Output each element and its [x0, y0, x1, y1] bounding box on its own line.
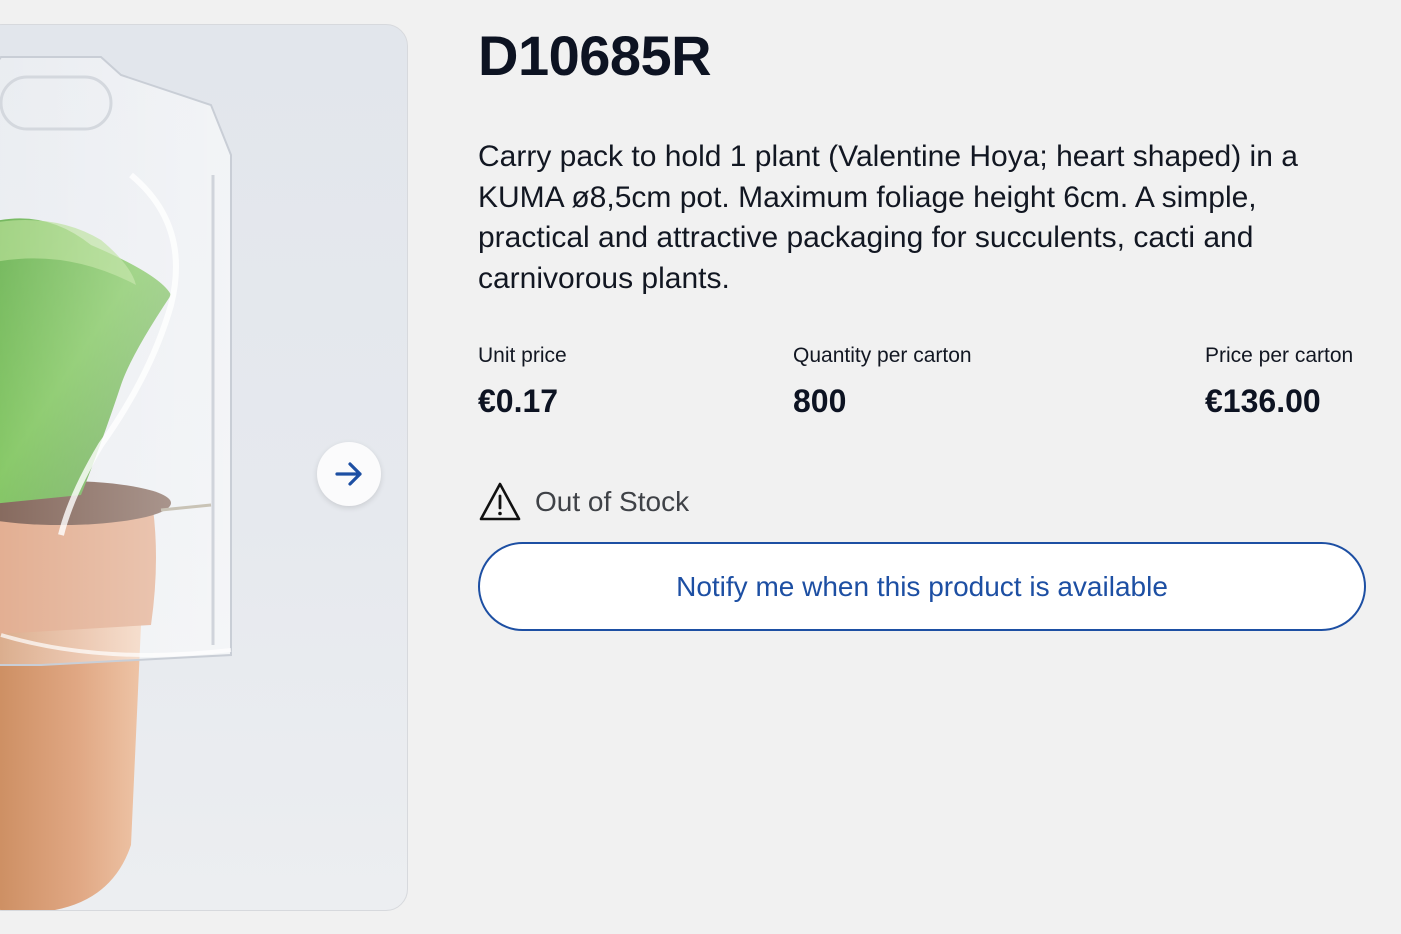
unit-price-stat: Unit price €0.17	[478, 343, 567, 419]
stock-status-text: Out of Stock	[535, 486, 690, 517]
price-per-carton-value: €136.00	[1205, 383, 1321, 419]
price-per-carton-stat: Price per carton €136.00	[1205, 343, 1353, 419]
product-sku-title: D10685R	[478, 24, 712, 87]
quantity-per-carton-stat: Quantity per carton 800	[793, 343, 972, 419]
product-description: Carry pack to hold 1 plant (Valentine Ho…	[478, 140, 1298, 295]
unit-price-value: €0.17	[478, 383, 559, 419]
stock-status: Out of Stock	[478, 480, 689, 524]
product-page: D10685R Carry pack to hold 1 plant (Vale…	[0, 0, 1401, 934]
quantity-per-carton-value: 800	[793, 383, 847, 419]
arrow-right-icon	[335, 462, 362, 486]
price-per-carton-label: Price per carton	[1205, 344, 1354, 367]
gallery-next-button[interactable]	[317, 442, 381, 506]
unit-price-label: Unit price	[478, 344, 567, 367]
pricing-stats: Unit price €0.17 Quantity per carton 800…	[478, 343, 1366, 423]
product-image-gallery	[0, 24, 408, 911]
quantity-per-carton-label: Quantity per carton	[793, 344, 972, 367]
warning-icon	[479, 482, 521, 521]
notify-when-available-button[interactable]: Notify me when this product is available	[478, 542, 1366, 631]
